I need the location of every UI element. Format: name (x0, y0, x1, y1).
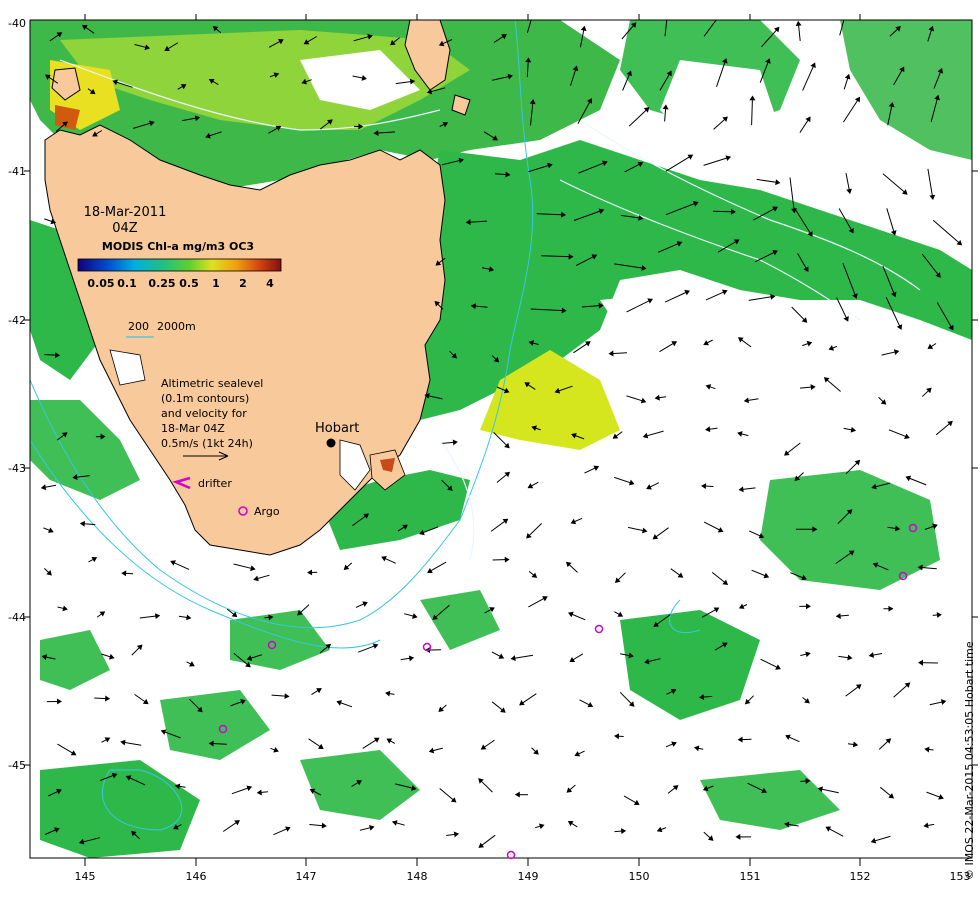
colorbar-tick-label: 0.1 (117, 277, 137, 290)
x-tick-label: 146 (186, 870, 207, 883)
drifter-label: drifter (198, 477, 232, 490)
isobath-label-2000: 2000m (157, 320, 196, 333)
velocity-arrow-head (843, 11, 847, 15)
y-tick-label: -40 (8, 17, 26, 30)
x-tick-label: 145 (75, 870, 96, 883)
sealevel-legend-line: and velocity for (161, 407, 247, 420)
chlorophyll-map: 145 146 147 148 149 150 151 152 153 -40 … (8, 9, 978, 883)
sealevel-legend-line: 0.5m/s (1kt 24h) (161, 437, 253, 450)
colorbar-title: MODIS Chl-a mg/m3 OC3 (102, 240, 254, 253)
time-label: 04Z (112, 221, 138, 236)
colorbar-tick-label: 1 (212, 277, 220, 290)
sealevel-legend-line: (0.1m contours) (161, 392, 249, 405)
colorbar (77, 258, 282, 272)
y-tick-label: -41 (8, 165, 26, 178)
colorbar-tick-label: 0.05 (87, 277, 114, 290)
velocity-arrow-head (665, 11, 669, 15)
credit-text: © IMOS 22-Mar-2015 04:53:05 Hobart time (963, 641, 976, 880)
velocity-arrow-head (532, 9, 536, 13)
sealevel-legend-line: Altimetric sealevel (161, 377, 263, 390)
colorbar-tick-label: 0.5 (179, 277, 199, 290)
y-tick-label: -45 (8, 759, 26, 772)
date-label: 18-Mar-2011 (84, 205, 167, 220)
sealevel-legend-line: 18-Mar 04Z (161, 422, 225, 435)
hobart-marker-icon (326, 438, 336, 448)
x-tick-label: 149 (518, 870, 539, 883)
argo-label: Argo (254, 505, 280, 518)
y-tick-label: -42 (8, 314, 26, 327)
x-tick-label: 151 (740, 870, 761, 883)
x-tick-label: 152 (850, 870, 871, 883)
hobart-label: Hobart (315, 421, 359, 436)
x-tick-label: 150 (629, 870, 650, 883)
x-tick-label: 148 (407, 870, 428, 883)
velocity-arrow-head (717, 14, 721, 18)
x-tick-label: 147 (296, 870, 317, 883)
colorbar-tick-label: 2 (239, 277, 247, 290)
y-tick-label: -43 (8, 462, 26, 475)
isobath-label-200: 200 (128, 320, 149, 333)
colorbar-tick-label: 0.25 (148, 277, 175, 290)
colorbar-tick-label: 4 (266, 277, 274, 290)
y-tick-label: -44 (8, 611, 26, 624)
